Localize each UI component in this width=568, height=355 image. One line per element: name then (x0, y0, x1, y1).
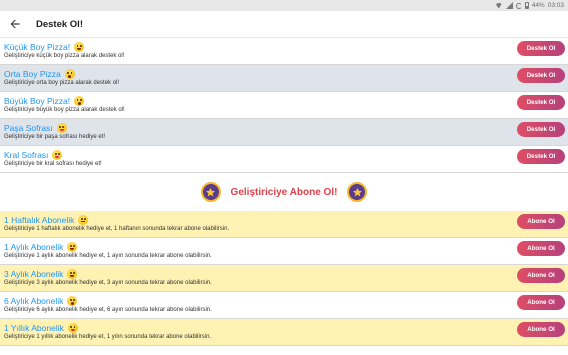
subscription-description: Geliştiriciye 1 aylık abonelik hediye et… (4, 253, 212, 259)
subscription-title: 6 Aylık Abonelik (4, 295, 64, 306)
subscription-title: 3 Aylık Abonelik (4, 268, 64, 279)
tongue-out-emoji-icon (67, 322, 78, 333)
sync-icon (515, 2, 522, 9)
status-bar: 44% 03:03 (0, 0, 568, 11)
support-list: Küçük Boy Pizza! Geliştiriciye küçük boy… (0, 38, 568, 346)
subscription-title: 1 Aylık Abonelik (4, 241, 64, 252)
donation-title: Küçük Boy Pizza! (4, 41, 71, 52)
tongue-out-emoji-icon (52, 149, 63, 160)
star-badge-icon (200, 182, 221, 202)
app-bar: Destek Ol! (0, 11, 568, 38)
donation-item-pasha-feast: Paşa Sofrası Geliştiriciye bir paşa sofr… (0, 119, 568, 146)
astonished-emoji-icon (64, 68, 75, 79)
section-title: Geliştiriciye Abone Ol! (230, 186, 338, 198)
donation-title: Kral Sofrası (4, 149, 49, 160)
subscription-title: 1 Haftalık Abonelik (4, 214, 75, 225)
support-button[interactable]: Destek Ol (517, 95, 565, 110)
donation-item-medium-pizza: Orta Boy Pizza Geliştiriciye orta boy pi… (0, 65, 568, 92)
grinning-sweat-emoji-icon (74, 41, 85, 52)
donation-description: Geliştiriciye bir kral sofrası hediye et… (4, 161, 102, 167)
subscription-section-header: Geliştiriciye Abone Ol! (0, 173, 568, 211)
subscribe-button[interactable]: Abone Ol (517, 295, 565, 310)
support-button[interactable]: Destek Ol (517, 149, 565, 164)
subscription-title: 1 Yıllık Abonelik (4, 322, 64, 333)
support-button[interactable]: Destek Ol (517, 68, 565, 83)
arrow-left-icon (10, 19, 20, 29)
subscription-item-3-months: 3 Aylık Abonelik Geliştiriciye 3 aylık a… (0, 265, 568, 292)
clock: 03:03 (547, 2, 564, 9)
page-title: Destek Ol! (36, 18, 83, 30)
subscribe-button[interactable]: Abone Ol (517, 214, 565, 229)
donation-title: Orta Boy Pizza (4, 68, 61, 79)
astonished-emoji-icon (74, 95, 85, 106)
back-button[interactable] (0, 11, 30, 38)
subscription-description: Geliştiriciye 1 haftalık abonelik hediye… (4, 226, 230, 232)
subscribe-button[interactable]: Abone Ol (517, 268, 565, 283)
donation-description: Geliştiriciye küçük boy pizza alarak des… (4, 53, 125, 59)
donation-description: Geliştiriciye büyük boy pizza alarak des… (4, 107, 125, 113)
battery-icon (524, 2, 529, 9)
donation-item-large-pizza: Büyük Boy Pizza! Geliştiriciye büyük boy… (0, 92, 568, 119)
donation-title: Paşa Sofrası (4, 122, 53, 133)
subscription-description: Geliştiriciye 3 aylık abonelik hediye et… (4, 280, 212, 286)
subscription-item-1-week: 1 Haftalık Abonelik Geliştiriciye 1 haft… (0, 211, 568, 238)
donation-item-king-feast: Kral Sofrası Geliştiriciye bir kral sofr… (0, 146, 568, 173)
tongue-out-emoji-icon (56, 122, 67, 133)
subscribe-button[interactable]: Abone Ol (517, 241, 565, 256)
grinning-sweat-emoji-icon (67, 268, 78, 279)
subscription-description: Geliştiriciye 1 yıllık abonelik hediye e… (4, 334, 212, 340)
subscription-item-1-year: 1 Yıllık Abonelik Geliştiriciye 1 yıllık… (0, 319, 568, 346)
subscription-item-1-month: 1 Aylık Abonelik Geliştiriciye 1 aylık a… (0, 238, 568, 265)
donation-description: Geliştiriciye orta boy pizza alarak dest… (4, 80, 120, 86)
donation-item-small-pizza: Küçük Boy Pizza! Geliştiriciye küçük boy… (0, 38, 568, 65)
status-icons: 44% 03:03 (494, 1, 564, 10)
support-button[interactable]: Destek Ol (517, 122, 565, 137)
donation-description: Geliştiriciye bir paşa sofrası hediye et… (4, 134, 106, 140)
subscribe-button[interactable]: Abone Ol (517, 322, 565, 337)
subscription-item-6-months: 6 Aylık Abonelik Geliştiriciye 6 aylık a… (0, 292, 568, 319)
donation-title: Büyük Boy Pizza! (4, 95, 71, 106)
wifi-icon (494, 2, 503, 9)
signal-icon (505, 2, 513, 9)
grinning-sweat-emoji-icon (67, 241, 78, 252)
astonished-emoji-icon (67, 295, 78, 306)
neutral-emoji-icon (78, 214, 89, 225)
support-button[interactable]: Destek Ol (517, 41, 565, 56)
battery-percent: 44% (531, 2, 545, 9)
star-badge-icon (347, 182, 368, 202)
subscription-description: Geliştiriciye 6 aylık abonelik hediye et… (4, 307, 212, 313)
